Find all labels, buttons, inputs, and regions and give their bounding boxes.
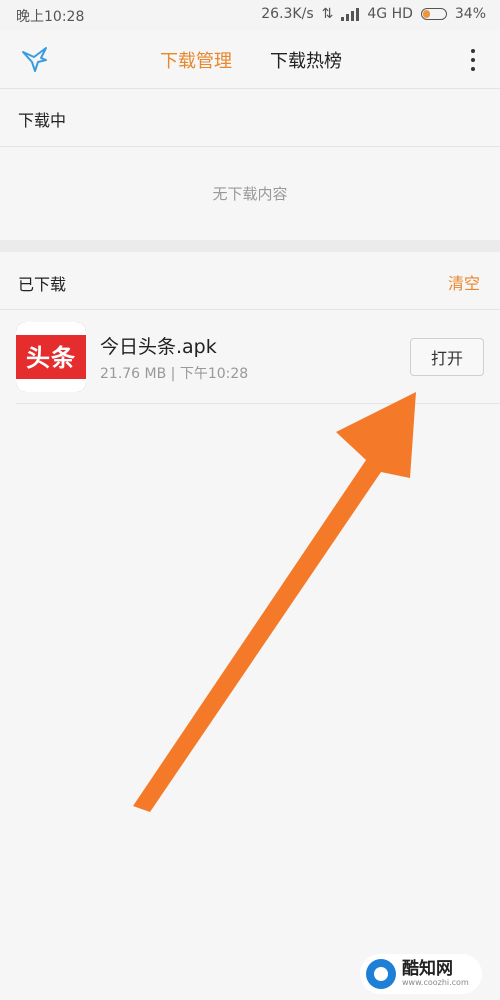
downloaded-title: 已下载: [18, 275, 67, 294]
open-button[interactable]: 打开: [410, 338, 484, 376]
file-meta: 21.76 MB | 下午10:28: [100, 366, 249, 382]
app-icon-text: 头条: [26, 344, 76, 372]
divider: [0, 146, 500, 147]
coozhi-logo-icon: [366, 959, 396, 989]
toutiao-app-icon: 头条: [16, 322, 86, 392]
network-speed: 26.3K/s: [261, 6, 314, 22]
divider: [0, 309, 500, 310]
coozhi-watermark: 酷知网 www.coozhi.com: [360, 954, 482, 994]
tab-download-ranking[interactable]: 下载热榜: [270, 47, 342, 73]
downloading-title: 下载中: [18, 111, 67, 130]
divider: [16, 403, 500, 404]
more-vertical-icon[interactable]: [470, 49, 476, 71]
status-right: 26.3K/s ⇅ 4G HD 34%: [261, 6, 486, 22]
annotation-arrow: [133, 392, 416, 812]
empty-downloads-text: 无下载内容: [212, 185, 288, 203]
status-bar: 晚上10:28 26.3K/s ⇅ 4G HD 34%: [0, 0, 500, 30]
battery-icon: [420, 8, 447, 20]
watermark-url: www.coozhi.com: [402, 978, 469, 987]
data-transfer-icon: ⇅: [321, 6, 334, 22]
tab-download-manager[interactable]: 下载管理: [160, 47, 232, 73]
status-time: 晚上10:28: [16, 9, 85, 25]
bird-logo-icon[interactable]: [20, 44, 50, 74]
app-header: 下载管理 下载热榜: [0, 30, 500, 89]
clear-button[interactable]: 清空: [448, 270, 480, 294]
file-name: 今日头条.apk: [100, 336, 217, 358]
section-gap: [0, 240, 500, 252]
watermark-name: 酷知网: [402, 959, 453, 979]
signal-icon: [341, 7, 360, 21]
battery-percent: 34%: [454, 6, 486, 22]
network-type: 4G HD: [367, 6, 413, 22]
